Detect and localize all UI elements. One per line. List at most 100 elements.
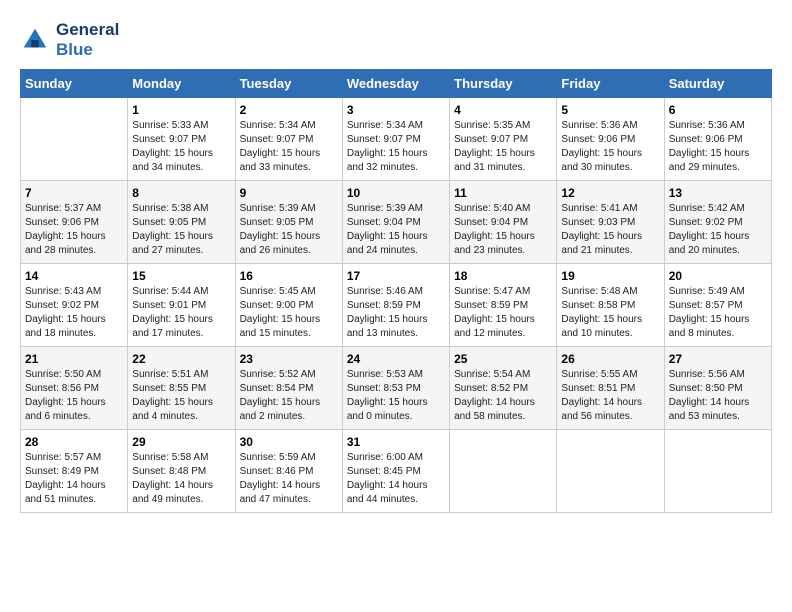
day-number: 18 [454,269,552,283]
day-info: Sunrise: 5:34 AM Sunset: 9:07 PM Dayligh… [347,119,445,175]
day-info: Sunrise: 5:46 AM Sunset: 8:59 PM Dayligh… [347,285,445,341]
day-info: Sunrise: 5:47 AM Sunset: 8:59 PM Dayligh… [454,285,552,341]
day-cell: 25 Sunrise: 5:54 AM Sunset: 8:52 PM Dayli… [450,347,557,430]
day-info: Sunrise: 5:36 AM Sunset: 9:06 PM Dayligh… [561,119,659,175]
day-info: Sunrise: 5:39 AM Sunset: 9:04 PM Dayligh… [347,202,445,258]
day-number: 21 [25,352,123,366]
day-cell: 14 Sunrise: 5:43 AM Sunset: 9:02 PM Dayli… [21,264,128,347]
day-cell: 15Sunrise: 5:44 AM Sunset: 9:01 PM Dayli… [128,264,235,347]
day-number: 29 [132,435,230,449]
day-number: 31 [347,435,445,449]
day-info: Sunrise: 6:00 AM Sunset: 8:45 PM Dayligh… [347,451,445,507]
day-cell: 27 Sunrise: 5:56 AM Sunset: 8:50 PM Dayli… [664,347,771,430]
day-number: 25 [454,352,552,366]
day-cell: 20 Sunrise: 5:49 AM Sunset: 8:57 PM Dayli… [664,264,771,347]
day-info: Sunrise: 5:41 AM Sunset: 9:03 PM Dayligh… [561,202,659,258]
day-number: 24 [347,352,445,366]
day-cell: 19Sunrise: 5:48 AM Sunset: 8:58 PM Dayli… [557,264,664,347]
week-row-4: 21 Sunrise: 5:50 AM Sunset: 8:56 PM Dayli… [21,347,772,430]
header-cell-wednesday: Wednesday [342,70,449,98]
day-cell: 4Sunrise: 5:35 AM Sunset: 9:07 PM Daylig… [450,98,557,181]
day-info: Sunrise: 5:39 AM Sunset: 9:05 PM Dayligh… [240,202,338,258]
day-cell: 1 Sunrise: 5:33 AM Sunset: 9:07 PM Daylig… [128,98,235,181]
day-cell [664,430,771,513]
day-info: Sunrise: 5:54 AM Sunset: 8:52 PM Dayligh… [454,368,552,424]
day-number: 26 [561,352,659,366]
header-cell-thursday: Thursday [450,70,557,98]
day-info: Sunrise: 5:50 AM Sunset: 8:56 PM Dayligh… [25,368,123,424]
day-cell [557,430,664,513]
week-row-3: 14 Sunrise: 5:43 AM Sunset: 9:02 PM Dayli… [21,264,772,347]
day-info: Sunrise: 5:43 AM Sunset: 9:02 PM Dayligh… [25,285,123,341]
day-cell [21,98,128,181]
calendar-body: 1 Sunrise: 5:33 AM Sunset: 9:07 PM Daylig… [21,98,772,513]
calendar-header: SundayMondayTuesdayWednesdayThursdayFrid… [21,70,772,98]
day-number: 6 [669,103,767,117]
day-number: 5 [561,103,659,117]
day-cell: 6 Sunrise: 5:36 AM Sunset: 9:06 PM Daylig… [664,98,771,181]
day-cell: 16Sunrise: 5:45 AM Sunset: 9:00 PM Dayli… [235,264,342,347]
day-info: Sunrise: 5:33 AM Sunset: 9:07 PM Dayligh… [132,119,230,175]
week-row-5: 28 Sunrise: 5:57 AM Sunset: 8:49 PM Dayli… [21,430,772,513]
day-info: Sunrise: 5:40 AM Sunset: 9:04 PM Dayligh… [454,202,552,258]
header-cell-friday: Friday [557,70,664,98]
day-cell: 12 Sunrise: 5:41 AM Sunset: 9:03 PM Dayli… [557,181,664,264]
day-info: Sunrise: 5:34 AM Sunset: 9:07 PM Dayligh… [240,119,338,175]
day-cell: 13 Sunrise: 5:42 AM Sunset: 9:02 PM Dayli… [664,181,771,264]
day-number: 10 [347,186,445,200]
day-cell: 31 Sunrise: 6:00 AM Sunset: 8:45 PM Dayli… [342,430,449,513]
day-info: Sunrise: 5:38 AM Sunset: 9:05 PM Dayligh… [132,202,230,258]
day-number: 20 [669,269,767,283]
day-number: 8 [132,186,230,200]
day-number: 7 [25,186,123,200]
day-cell: 5 Sunrise: 5:36 AM Sunset: 9:06 PM Daylig… [557,98,664,181]
day-number: 9 [240,186,338,200]
day-number: 3 [347,103,445,117]
day-number: 27 [669,352,767,366]
day-info: Sunrise: 5:49 AM Sunset: 8:57 PM Dayligh… [669,285,767,341]
day-cell: 11 Sunrise: 5:40 AM Sunset: 9:04 PM Dayli… [450,181,557,264]
day-number: 28 [25,435,123,449]
day-number: 12 [561,186,659,200]
day-number: 17 [347,269,445,283]
day-cell: 23 Sunrise: 5:52 AM Sunset: 8:54 PM Dayli… [235,347,342,430]
day-cell: 17 Sunrise: 5:46 AM Sunset: 8:59 PM Dayli… [342,264,449,347]
day-cell: 18 Sunrise: 5:47 AM Sunset: 8:59 PM Dayli… [450,264,557,347]
day-cell: 24 Sunrise: 5:53 AM Sunset: 8:53 PM Dayli… [342,347,449,430]
day-cell: 30 Sunrise: 5:59 AM Sunset: 8:46 PM Dayli… [235,430,342,513]
day-cell: 21 Sunrise: 5:50 AM Sunset: 8:56 PM Dayli… [21,347,128,430]
day-cell: 9 Sunrise: 5:39 AM Sunset: 9:05 PM Daylig… [235,181,342,264]
page-header: General Blue [20,20,772,59]
day-number: 13 [669,186,767,200]
day-info: Sunrise: 5:37 AM Sunset: 9:06 PM Dayligh… [25,202,123,258]
day-number: 16 [240,269,338,283]
day-number: 19 [561,269,659,283]
day-info: Sunrise: 5:36 AM Sunset: 9:06 PM Dayligh… [669,119,767,175]
day-info: Sunrise: 5:56 AM Sunset: 8:50 PM Dayligh… [669,368,767,424]
day-cell: 8 Sunrise: 5:38 AM Sunset: 9:05 PM Daylig… [128,181,235,264]
day-number: 14 [25,269,123,283]
day-cell: 22Sunrise: 5:51 AM Sunset: 8:55 PM Dayli… [128,347,235,430]
day-number: 1 [132,103,230,117]
header-cell-tuesday: Tuesday [235,70,342,98]
day-info: Sunrise: 5:55 AM Sunset: 8:51 PM Dayligh… [561,368,659,424]
day-info: Sunrise: 5:59 AM Sunset: 8:46 PM Dayligh… [240,451,338,507]
day-number: 30 [240,435,338,449]
day-number: 2 [240,103,338,117]
day-number: 11 [454,186,552,200]
day-cell: 26 Sunrise: 5:55 AM Sunset: 8:51 PM Dayli… [557,347,664,430]
logo: General Blue [20,20,119,59]
day-info: Sunrise: 5:58 AM Sunset: 8:48 PM Dayligh… [132,451,230,507]
logo-text: General Blue [56,20,119,59]
day-number: 4 [454,103,552,117]
logo-icon [20,25,50,55]
day-info: Sunrise: 5:42 AM Sunset: 9:02 PM Dayligh… [669,202,767,258]
day-info: Sunrise: 5:44 AM Sunset: 9:01 PM Dayligh… [132,285,230,341]
day-number: 23 [240,352,338,366]
day-info: Sunrise: 5:52 AM Sunset: 8:54 PM Dayligh… [240,368,338,424]
day-info: Sunrise: 5:53 AM Sunset: 8:53 PM Dayligh… [347,368,445,424]
day-cell [450,430,557,513]
day-cell: 10 Sunrise: 5:39 AM Sunset: 9:04 PM Dayli… [342,181,449,264]
day-cell: 2 Sunrise: 5:34 AM Sunset: 9:07 PM Daylig… [235,98,342,181]
day-info: Sunrise: 5:57 AM Sunset: 8:49 PM Dayligh… [25,451,123,507]
